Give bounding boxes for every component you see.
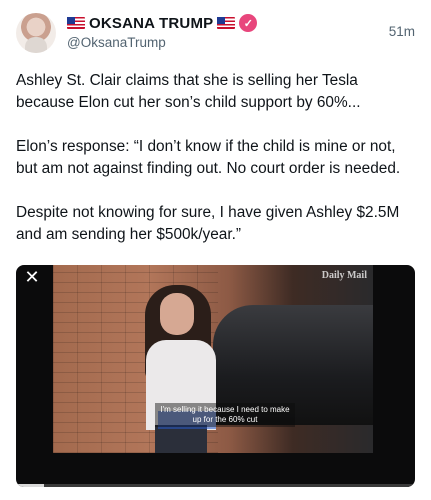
author-name-row[interactable]: OKSANA TRUMP ✓ [67, 13, 258, 33]
close-icon[interactable]: ✕ [22, 267, 42, 287]
verified-badge-icon: ✓ [239, 14, 258, 32]
display-name[interactable]: OKSANA TRUMP [89, 15, 213, 32]
person-pants [155, 425, 207, 453]
video-progress-bar[interactable] [16, 484, 415, 487]
post-paragraph: Despite not knowing for sure, I have giv… [16, 204, 400, 243]
video-player[interactable]: Daily Mail I'm selling it because I need… [16, 265, 415, 487]
avatar[interactable] [16, 13, 56, 53]
author-handle[interactable]: @OksanaTrump [67, 35, 166, 50]
person-face [160, 293, 194, 335]
post-paragraph: Ashley St. Clair claims that she is sell… [16, 72, 361, 111]
video-caption: I'm selling it because I need to make up… [155, 403, 295, 427]
post-text: Ashley St. Clair claims that she is sell… [16, 70, 416, 268]
us-flag-icon [217, 17, 236, 29]
us-flag-icon [67, 17, 85, 29]
post-paragraph: Elon’s response: “I don’t know if the ch… [16, 138, 401, 177]
video-watermark: Daily Mail [321, 270, 367, 281]
timestamp[interactable]: 51m [389, 24, 415, 39]
video-frame[interactable]: Daily Mail I'm selling it because I need… [53, 265, 373, 453]
post-header: OKSANA TRUMP ✓ @OksanaTrump 51m [0, 0, 431, 60]
video-progress-fill [16, 484, 44, 487]
